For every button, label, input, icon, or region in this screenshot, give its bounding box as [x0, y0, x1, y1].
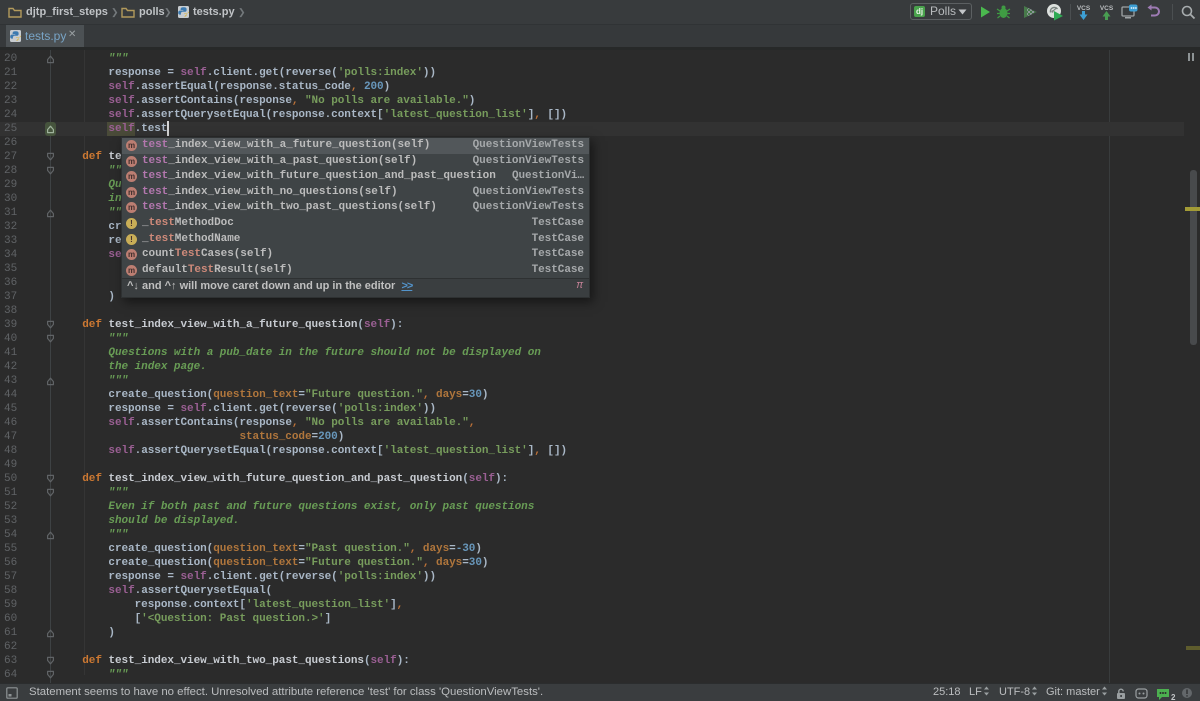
- svg-text:VCS: VCS: [1100, 5, 1114, 12]
- svg-text:2: 2: [1171, 693, 1176, 701]
- svg-text:VCS: VCS: [1077, 5, 1091, 12]
